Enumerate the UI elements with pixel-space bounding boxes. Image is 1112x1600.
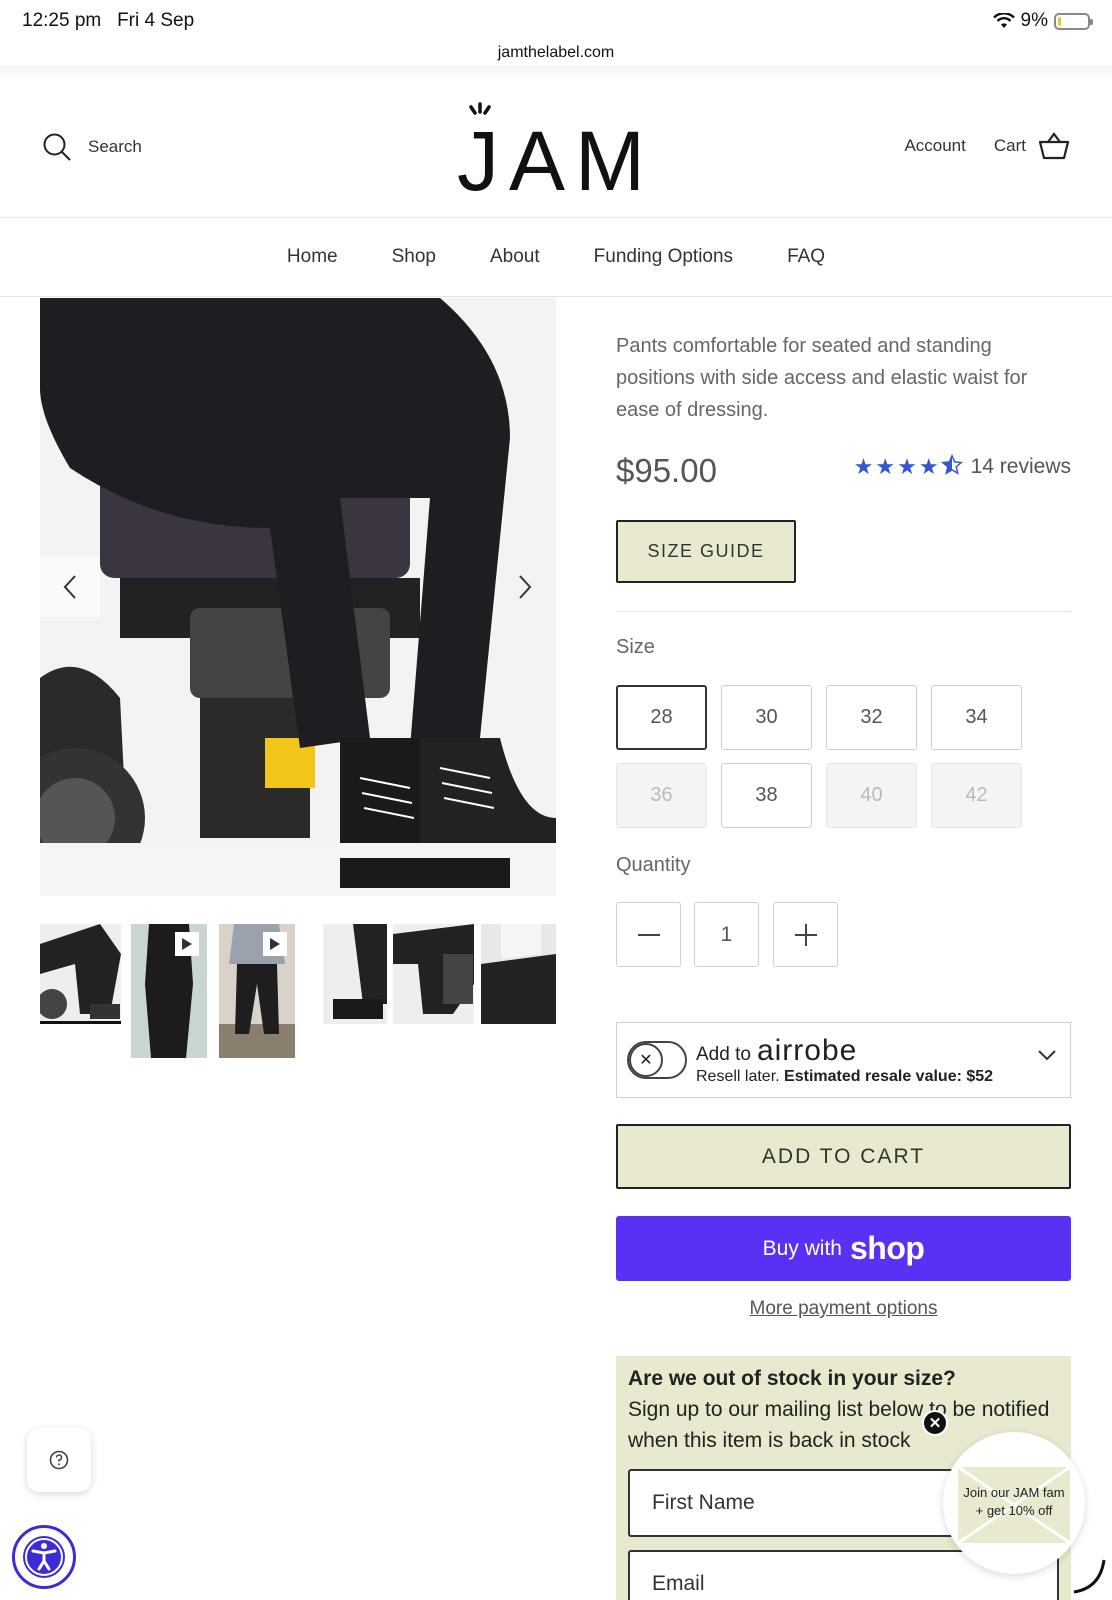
status-date: Fri 4 Sep — [117, 10, 195, 31]
help-button[interactable] — [27, 1428, 91, 1492]
size-option-38[interactable]: 38 — [721, 763, 812, 828]
account-link[interactable]: Account — [904, 136, 965, 156]
jam-logo[interactable]: JAM — [450, 100, 662, 200]
oos-heading: Are we out of stock in your size? — [628, 1367, 956, 1390]
product-photo — [40, 298, 556, 896]
close-icon: ✕ — [629, 1043, 663, 1077]
cart-label: Cart — [993, 136, 1026, 155]
plus-icon — [794, 923, 817, 946]
product-price: $95.00 — [616, 452, 717, 489]
size-option-32[interactable]: 32 — [826, 685, 917, 750]
search-label: Search — [88, 137, 142, 156]
video-play-icon — [263, 932, 287, 956]
star-icon: ★ — [853, 454, 874, 479]
promo-text: Join our JAM fam + get 10% off — [943, 1484, 1085, 1520]
airrobe-widget[interactable]: ✕ Add to airrobe Resell later. Estimated… — [616, 1022, 1071, 1098]
battery-fill — [1058, 16, 1061, 26]
logo-text: JAM — [457, 114, 655, 200]
status-time: 12:25 pm Fri 4 Sep — [22, 10, 194, 32]
airrobe-toggle[interactable]: ✕ — [627, 1041, 687, 1079]
status-clock: 12:25 pm — [22, 10, 102, 31]
promo-badge[interactable]: Join our JAM fam + get 10% off — [943, 1432, 1085, 1574]
size-label: Size — [616, 636, 655, 658]
airrobe-logo: airrobe — [756, 1034, 858, 1067]
thumbnail-5[interactable] — [393, 924, 474, 1024]
airrobe-title: Add to airrobe — [696, 1034, 858, 1067]
basket-icon — [1038, 132, 1070, 160]
star-icon: ★ — [875, 454, 896, 479]
star-rating: ★ ★ ★ ★ — [854, 454, 963, 480]
status-bar: 12:25 pm Fri 4 Sep 9% — [0, 0, 1112, 44]
gallery-next-button[interactable] — [495, 557, 555, 617]
search-button[interactable]: Search — [42, 132, 142, 162]
quantity-increase-button[interactable] — [773, 902, 838, 967]
product-info: Pants comfortable for seated and standin… — [616, 330, 1071, 1600]
airrobe-resale-prefix: Resell later. — [696, 1068, 780, 1085]
video-play-icon — [175, 932, 199, 956]
wifi-icon — [992, 13, 1015, 28]
nav-item-funding-options[interactable]: Funding Options — [594, 246, 733, 268]
thumbnail-6[interactable] — [481, 924, 556, 1024]
nav-item-about[interactable]: About — [490, 246, 540, 268]
chevron-down-icon[interactable] — [1038, 1049, 1056, 1061]
add-to-cart-button[interactable]: ADD TO CART — [616, 1124, 1071, 1189]
close-icon[interactable]: ✕ — [922, 1410, 948, 1436]
status-right: 9% — [992, 10, 1093, 32]
scroll-indicator — [1073, 1559, 1106, 1594]
star-icon: ★ — [918, 454, 939, 479]
shop-pay-logo: shop — [849, 1230, 925, 1266]
buy-with-shop-button[interactable]: Buy with shop — [616, 1216, 1071, 1281]
product-description: Pants comfortable for seated and standin… — [616, 335, 1028, 421]
airrobe-resale-value: Estimated resale value: $52 — [784, 1068, 994, 1085]
divider — [616, 611, 1071, 612]
question-icon — [49, 1450, 69, 1470]
cart-link[interactable]: Cart — [994, 132, 1070, 160]
size-option-28[interactable]: 28 — [616, 685, 707, 750]
address-bar[interactable]: jamthelabel.com — [0, 44, 1112, 62]
promo-line-2: + get 10% off — [975, 1503, 1053, 1518]
price-row: $95.00 ★ ★ ★ ★ 14 reviews — [616, 450, 1071, 490]
half-star-icon — [940, 454, 963, 475]
chevron-right-icon — [519, 575, 532, 599]
thumbnail-4[interactable] — [323, 924, 387, 1024]
header-actions: Account Cart — [904, 132, 1070, 160]
size-option-34[interactable]: 34 — [931, 685, 1022, 750]
product-reviews[interactable]: ★ ★ ★ ★ 14 reviews — [854, 454, 1071, 480]
thumbnail-1[interactable] — [40, 924, 121, 1024]
size-option-42[interactable]: 42 — [931, 763, 1022, 828]
battery-icon — [1054, 12, 1093, 30]
address-bar-fade — [0, 66, 1112, 80]
nav-item-faq[interactable]: FAQ — [787, 246, 825, 268]
size-option-36[interactable]: 36 — [616, 763, 707, 828]
accessibility-icon — [23, 1536, 65, 1578]
nav-item-shop[interactable]: Shop — [392, 246, 436, 268]
reviews-count: 14 reviews — [970, 455, 1071, 478]
star-icon: ★ — [897, 454, 917, 479]
product-main-image[interactable] — [40, 298, 556, 896]
thumbnail-strip — [40, 924, 556, 1058]
minus-icon — [637, 933, 660, 936]
nav-item-home[interactable]: Home — [287, 246, 338, 268]
battery-percent: 9% — [1020, 10, 1048, 31]
airrobe-resale: Resell later. Estimated resale value: $5… — [696, 1068, 993, 1086]
thumbnail-2-video[interactable] — [131, 924, 207, 1058]
buy-with-label: Buy with — [762, 1236, 842, 1260]
quantity-input[interactable]: 1 — [694, 902, 759, 967]
quantity-decrease-button[interactable] — [616, 902, 681, 967]
promo-line-1: Join our JAM fam — [963, 1485, 1065, 1500]
size-option-30[interactable]: 30 — [721, 685, 812, 750]
airrobe-add-to: Add to — [696, 1044, 751, 1065]
size-option-40[interactable]: 40 — [826, 763, 917, 828]
gallery-prev-button[interactable] — [40, 557, 100, 617]
chevron-left-icon — [63, 575, 76, 599]
search-icon — [43, 133, 71, 161]
accessibility-button[interactable] — [12, 1525, 76, 1589]
size-guide-button[interactable]: SIZE GUIDE — [616, 520, 796, 583]
more-payment-options-link[interactable]: More payment options — [616, 1298, 1071, 1320]
thumbnail-3-video[interactable] — [219, 924, 295, 1058]
quantity-label: Quantity — [616, 854, 691, 876]
main-nav: Home Shop About Funding Options FAQ — [0, 218, 1112, 297]
site-header: Search JAM Account Cart — [0, 80, 1112, 218]
